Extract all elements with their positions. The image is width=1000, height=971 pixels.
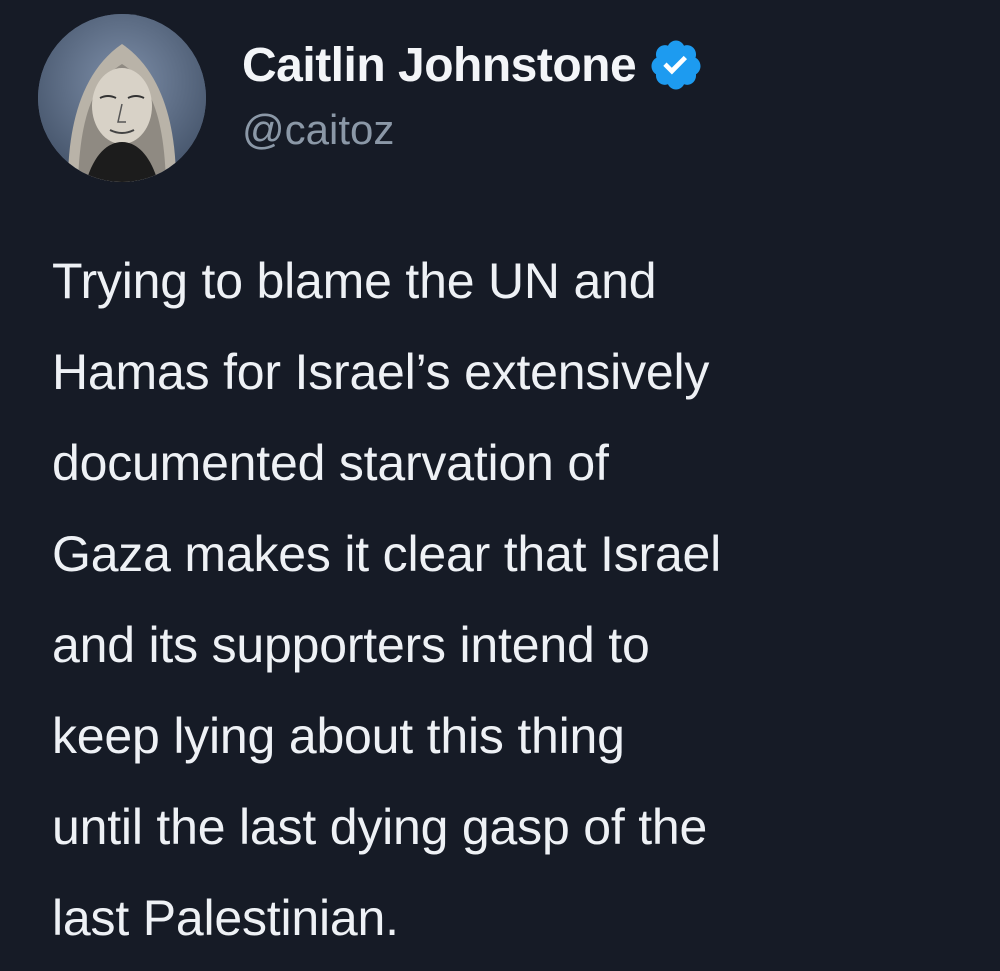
tweet-text: Trying to blame the UN and Hamas for Isr… — [52, 253, 722, 946]
verified-badge-icon — [648, 37, 704, 93]
author-display-name[interactable]: Caitlin Johnstone — [242, 38, 637, 93]
tweet-header: Caitlin Johnstone @caitoz — [38, 14, 704, 182]
tweet-card: Caitlin Johnstone @caitoz Trying to blam… — [0, 0, 1000, 971]
avatar-image — [38, 14, 206, 182]
avatar[interactable] — [38, 14, 206, 182]
author-identity: Caitlin Johnstone @caitoz — [242, 32, 704, 154]
name-row: Caitlin Johnstone — [242, 32, 704, 98]
author-handle[interactable]: @caitoz — [242, 106, 704, 154]
